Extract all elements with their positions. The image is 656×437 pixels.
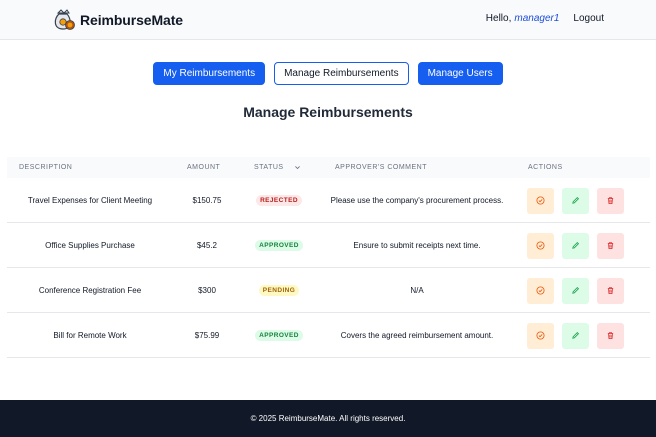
row-status-cell: REJECTED xyxy=(241,178,317,223)
row-status-cell: PENDING xyxy=(241,268,317,313)
app-name: ReimburseMate xyxy=(80,12,183,28)
status-badge: PENDING xyxy=(258,285,300,296)
header-amount: AMOUNT xyxy=(187,164,221,171)
brand[interactable]: ReimburseMate xyxy=(52,9,183,31)
approve-button[interactable] xyxy=(527,232,554,259)
row-actions xyxy=(527,268,627,313)
pencil-icon xyxy=(572,196,580,204)
status-badge: APPROVED xyxy=(255,240,303,251)
check-circle-icon xyxy=(536,196,545,205)
greeting-text: Hello, xyxy=(485,13,512,24)
row-amount: $45.2 xyxy=(196,241,218,250)
delete-button[interactable] xyxy=(597,277,624,304)
row-description: Office Supplies Purchase xyxy=(45,241,135,250)
header-status-label: STATUS xyxy=(254,164,284,171)
trash-icon xyxy=(607,242,614,250)
row-description: Bill for Remote Work xyxy=(53,331,127,340)
pencil-icon xyxy=(572,241,580,249)
navbar: ReimburseMate Hello, manager1 Logout xyxy=(0,0,656,40)
check-circle-icon xyxy=(536,331,545,340)
row-comment: Please use the company's procurement pro… xyxy=(330,196,504,205)
row-actions xyxy=(527,313,627,358)
header-comment: APPROVER'S COMMENT xyxy=(335,164,428,171)
tab-bar: My Reimbursements Manage Reimbursements … xyxy=(0,62,656,85)
chevron-down-icon xyxy=(294,166,300,170)
row-description: Travel Expenses for Client Meeting xyxy=(27,196,153,205)
table-header: DESCRIPTION AMOUNT STATUS APPROVER'S COM… xyxy=(7,157,650,178)
row-status-cell: APPROVED xyxy=(241,313,317,358)
pencil-icon xyxy=(572,331,580,339)
footer: © 2025 ReimburseMate. All rights reserve… xyxy=(0,400,656,437)
row-actions xyxy=(527,178,627,223)
reimbursements-table: DESCRIPTION AMOUNT STATUS APPROVER'S COM… xyxy=(7,157,650,358)
approve-button[interactable] xyxy=(527,277,554,304)
header-status[interactable]: STATUS xyxy=(254,164,301,171)
table-row: Office Supplies Purchase $45.2 APPROVED … xyxy=(7,223,650,268)
approve-button[interactable] xyxy=(527,187,554,214)
pencil-icon xyxy=(572,286,580,294)
header-description: DESCRIPTION xyxy=(19,164,73,171)
check-circle-icon xyxy=(536,286,545,295)
table-row: Travel Expenses for Client Meeting $150.… xyxy=(7,178,650,223)
page-title: Manage Reimbursements xyxy=(243,104,413,120)
logout-link[interactable]: Logout xyxy=(573,13,604,24)
delete-button[interactable] xyxy=(597,322,624,349)
status-badge: APPROVED xyxy=(255,330,303,341)
row-actions xyxy=(527,223,627,268)
table-row: Conference Registration Fee $300 PENDING… xyxy=(7,268,650,313)
trash-icon xyxy=(607,287,614,295)
tab-manage-users[interactable]: Manage Users xyxy=(417,62,503,85)
row-amount: $150.75 xyxy=(192,196,222,205)
tab-my-reimbursements[interactable]: My Reimbursements xyxy=(153,62,266,85)
row-status-cell: APPROVED xyxy=(241,223,317,268)
row-amount: $300 xyxy=(198,286,216,295)
trash-icon xyxy=(607,332,614,340)
edit-button[interactable] xyxy=(562,322,589,349)
table-row: Bill for Remote Work $75.99 APPROVED Cov… xyxy=(7,313,650,358)
check-circle-icon xyxy=(536,241,545,250)
tab-manage-reimbursements[interactable]: Manage Reimbursements xyxy=(274,62,409,85)
row-amount: $75.99 xyxy=(194,331,220,340)
edit-button[interactable] xyxy=(562,232,589,259)
row-comment: Ensure to submit receipts next time. xyxy=(353,241,481,250)
edit-button[interactable] xyxy=(562,187,589,214)
user-menu: Hello, manager1 Logout xyxy=(486,13,604,24)
money-bag-icon xyxy=(54,9,75,30)
status-badge: REJECTED xyxy=(256,195,302,206)
delete-button[interactable] xyxy=(597,187,624,214)
row-comment: N/A xyxy=(410,286,424,295)
header-actions: ACTIONS xyxy=(528,164,563,171)
username-link[interactable]: manager1 xyxy=(514,13,559,24)
approve-button[interactable] xyxy=(527,322,554,349)
row-comment: Covers the agreed reimbursement amount. xyxy=(340,331,494,340)
row-description: Conference Registration Fee xyxy=(38,286,142,295)
edit-button[interactable] xyxy=(562,277,589,304)
footer-text: © 2025 ReimburseMate. All rights reserve… xyxy=(250,414,406,423)
delete-button[interactable] xyxy=(597,232,624,259)
trash-icon xyxy=(607,197,614,205)
